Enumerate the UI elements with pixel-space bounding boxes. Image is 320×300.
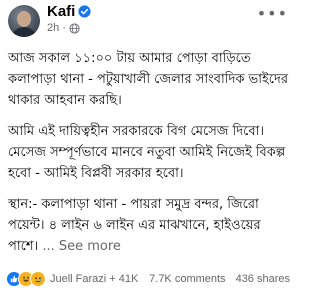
post-paragraph-2: আমি এই দায়িত্বহীন সরকারকে বিগ মেসেজ দিব… [8, 124, 286, 181]
author-name[interactable]: Kafi [47, 3, 75, 20]
verified-badge-icon [78, 5, 91, 18]
post-body: আজ সকাল ১১:০০ টায় আমার পোড়া বাড়িতে কল… [8, 48, 290, 257]
avatar-face [17, 11, 31, 27]
sad-reaction-icon [30, 271, 46, 287]
post-paragraph-1: আজ সকাল ১১:০০ টায় আমার পোড়া বাড়িতে কল… [8, 51, 288, 108]
post-time[interactable]: 2h [47, 22, 59, 34]
post-footer: Juell Farazi + 41K 7.7K comments 436 sha… [6, 268, 290, 290]
see-more-link[interactable]: ... See more [42, 239, 121, 254]
post-paragraph-3: স্থান:- কলাপাড়া থানা - পায়রা সমুদ্র বন… [8, 194, 290, 257]
post-meta: 2h · [47, 22, 80, 34]
avatar-body [11, 27, 37, 37]
more-options-icon[interactable]: ••• [257, 4, 288, 23]
comments-count[interactable]: 7.7K comments [149, 273, 225, 285]
reaction-icons[interactable] [6, 271, 46, 287]
post-header: Kafi 2h · ••• [0, 0, 294, 44]
author-avatar[interactable] [8, 5, 40, 37]
meta-separator: · [62, 22, 66, 34]
globe-icon [69, 22, 80, 34]
engagement-counts: 7.7K comments 436 shares [149, 273, 290, 285]
shares-count[interactable]: 436 shares [236, 273, 290, 285]
author-row: Kafi [47, 3, 91, 20]
reactors-summary[interactable]: Juell Farazi + 41K [50, 273, 138, 285]
